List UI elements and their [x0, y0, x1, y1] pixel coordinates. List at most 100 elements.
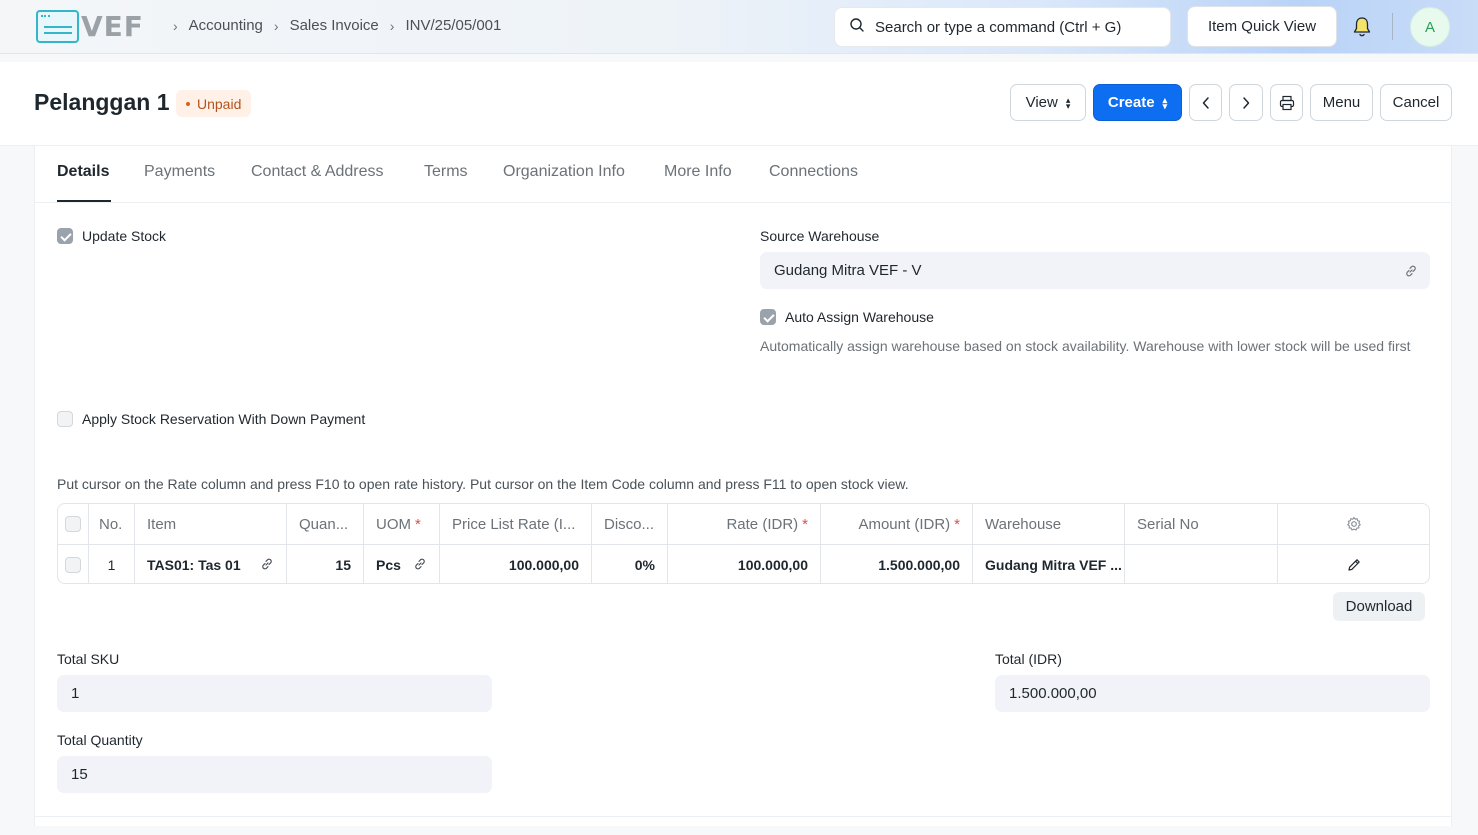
search-icon — [849, 17, 865, 37]
tab-contact-address[interactable]: Contact & Address — [251, 163, 384, 181]
cell-price-list-rate[interactable]: 100.000,00 — [440, 545, 592, 583]
total-idr-value: 1.500.000,00 — [1009, 685, 1097, 702]
auto-assign-warehouse-label: Auto Assign Warehouse — [785, 309, 934, 325]
status-badge: Unpaid — [176, 90, 252, 117]
logo-icon — [36, 10, 79, 43]
stock-reservation-label: Apply Stock Reservation With Down Paymen… — [82, 411, 366, 427]
cell-serial-no[interactable] — [1125, 545, 1278, 583]
total-quantity-value: 15 — [71, 766, 88, 783]
cell-discount[interactable]: 0% — [592, 545, 668, 583]
chevron-right-icon: › — [389, 17, 395, 34]
link-icon[interactable] — [1404, 264, 1418, 278]
required-asterisk: * — [415, 515, 421, 533]
navbar-divider — [1392, 13, 1393, 40]
pencil-icon[interactable] — [1346, 557, 1362, 573]
page-title: Pelanggan 1 — [34, 89, 170, 115]
source-warehouse-label: Source Warehouse — [760, 228, 880, 244]
table-row[interactable]: 1 TAS01: Tas 01 15 Pcs 100.000,00 0% 100… — [58, 544, 1429, 583]
search-input[interactable]: Search or type a command (Ctrl + G) — [875, 19, 1121, 36]
total-idr-label: Total (IDR) — [995, 651, 1062, 667]
cell-uom-text: Pcs — [376, 556, 401, 573]
printer-icon — [1279, 95, 1294, 110]
header-uom: UOM * — [364, 504, 440, 544]
grid-hint-text: Put cursor on the Rate column and press … — [57, 476, 909, 492]
total-sku-label: Total SKU — [57, 651, 120, 667]
menu-button[interactable]: Menu — [1310, 84, 1373, 121]
cell-quantity[interactable]: 15 — [287, 545, 364, 583]
total-idr-field: 1.500.000,00 — [995, 675, 1430, 712]
select-all-checkbox[interactable] — [65, 516, 81, 532]
next-record-button[interactable] — [1229, 84, 1263, 121]
chevron-right-icon — [1243, 96, 1250, 109]
table-header: No. Item Quan... UOM * Price List Rate (I… — [58, 504, 1429, 544]
cell-item[interactable]: TAS01: Tas 01 — [135, 545, 287, 583]
cell-rate[interactable]: 100.000,00 — [668, 545, 821, 583]
row-edit-cell — [1278, 545, 1429, 583]
stock-reservation-checkbox[interactable] — [57, 411, 73, 427]
select-all-cell — [58, 504, 89, 544]
header-amount-label: Amount (IDR) — [858, 515, 951, 533]
breadcrumb-sales-invoice[interactable]: Sales Invoice — [290, 17, 379, 34]
breadcrumb-invoice-id[interactable]: INV/25/05/001 — [405, 17, 501, 34]
up-down-caret-icon: ▴ ▾ — [1162, 94, 1168, 111]
status-text: Unpaid — [197, 95, 242, 112]
view-button-label: View — [1025, 94, 1058, 111]
total-quantity-label: Total Quantity — [57, 732, 143, 748]
up-down-caret-icon: ▴ ▾ — [1065, 94, 1071, 111]
cell-uom[interactable]: Pcs — [364, 545, 440, 583]
tab-details[interactable]: Details — [57, 163, 109, 181]
item-quick-view-button[interactable]: Item Quick View — [1187, 6, 1337, 47]
search-bar[interactable]: Search or type a command (Ctrl + G) — [834, 7, 1171, 47]
row-checkbox[interactable] — [65, 556, 81, 573]
link-icon[interactable] — [260, 557, 274, 571]
header-price-list-rate: Price List Rate (I... — [440, 504, 592, 544]
update-stock-checkbox[interactable] — [57, 228, 73, 244]
link-icon[interactable] — [413, 557, 427, 571]
breadcrumb-accounting[interactable]: Accounting — [189, 17, 263, 34]
chevron-right-icon: › — [173, 17, 178, 34]
header-rate: Rate (IDR) * — [668, 504, 821, 544]
view-button[interactable]: View ▴ ▾ — [1010, 84, 1086, 121]
cell-no: 1 — [89, 545, 135, 583]
header-serial-no: Serial No — [1125, 504, 1278, 544]
required-asterisk: * — [802, 515, 808, 533]
form-card: Details Payments Contact & Address Terms… — [34, 146, 1452, 826]
navbar: VEF › Accounting › Sales Invoice › INV/2… — [0, 0, 1478, 54]
create-button-label: Create — [1107, 94, 1155, 111]
column-settings-cell — [1278, 504, 1429, 544]
source-warehouse-field[interactable]: Gudang Mitra VEF - V — [760, 252, 1430, 289]
print-button[interactable] — [1270, 84, 1303, 121]
header-warehouse: Warehouse — [973, 504, 1125, 544]
tab-organization-info[interactable]: Organization Info — [503, 163, 625, 181]
cell-warehouse[interactable]: Gudang Mitra VEF ... — [973, 545, 1125, 583]
bell-icon[interactable] — [1352, 16, 1372, 41]
gear-icon[interactable] — [1346, 516, 1362, 532]
auto-assign-warehouse-checkbox[interactable] — [760, 309, 776, 325]
cell-amount[interactable]: 1.500.000,00 — [821, 545, 973, 583]
logo-text: VEF — [81, 10, 144, 43]
cell-item-text: TAS01: Tas 01 — [147, 556, 241, 573]
download-button[interactable]: Download — [1333, 592, 1425, 621]
tab-terms[interactable]: Terms — [424, 163, 468, 181]
previous-record-button[interactable] — [1189, 84, 1222, 121]
total-sku-value: 1 — [71, 685, 80, 702]
source-warehouse-value: Gudang Mitra VEF - V — [774, 262, 922, 279]
total-sku-field: 1 — [57, 675, 492, 712]
header-item: Item — [135, 504, 287, 544]
cell-warehouse-text: Gudang Mitra VEF ... — [985, 556, 1122, 573]
tab-more-info[interactable]: More Info — [664, 163, 732, 181]
avatar[interactable]: A — [1410, 7, 1450, 47]
page-head: Pelanggan 1 Unpaid View ▴ ▾ Create ▴ ▾ Men… — [0, 62, 1478, 146]
status-dot — [186, 101, 190, 106]
tab-connections[interactable]: Connections — [769, 163, 858, 181]
cancel-button[interactable]: Cancel — [1380, 84, 1452, 121]
row-select-cell — [58, 545, 89, 583]
create-button[interactable]: Create ▴ ▾ — [1093, 84, 1182, 121]
chevron-left-icon — [1202, 96, 1209, 109]
app-logo[interactable]: VEF — [36, 10, 144, 43]
tab-payments[interactable]: Payments — [144, 163, 215, 181]
form-tabs: Details Payments Contact & Address Terms… — [35, 146, 1451, 203]
breadcrumb: › Accounting › Sales Invoice › INV/25/05… — [162, 17, 501, 34]
section-divider — [35, 816, 1451, 817]
auto-assign-help-text: Automatically assign warehouse based on … — [760, 338, 1411, 354]
